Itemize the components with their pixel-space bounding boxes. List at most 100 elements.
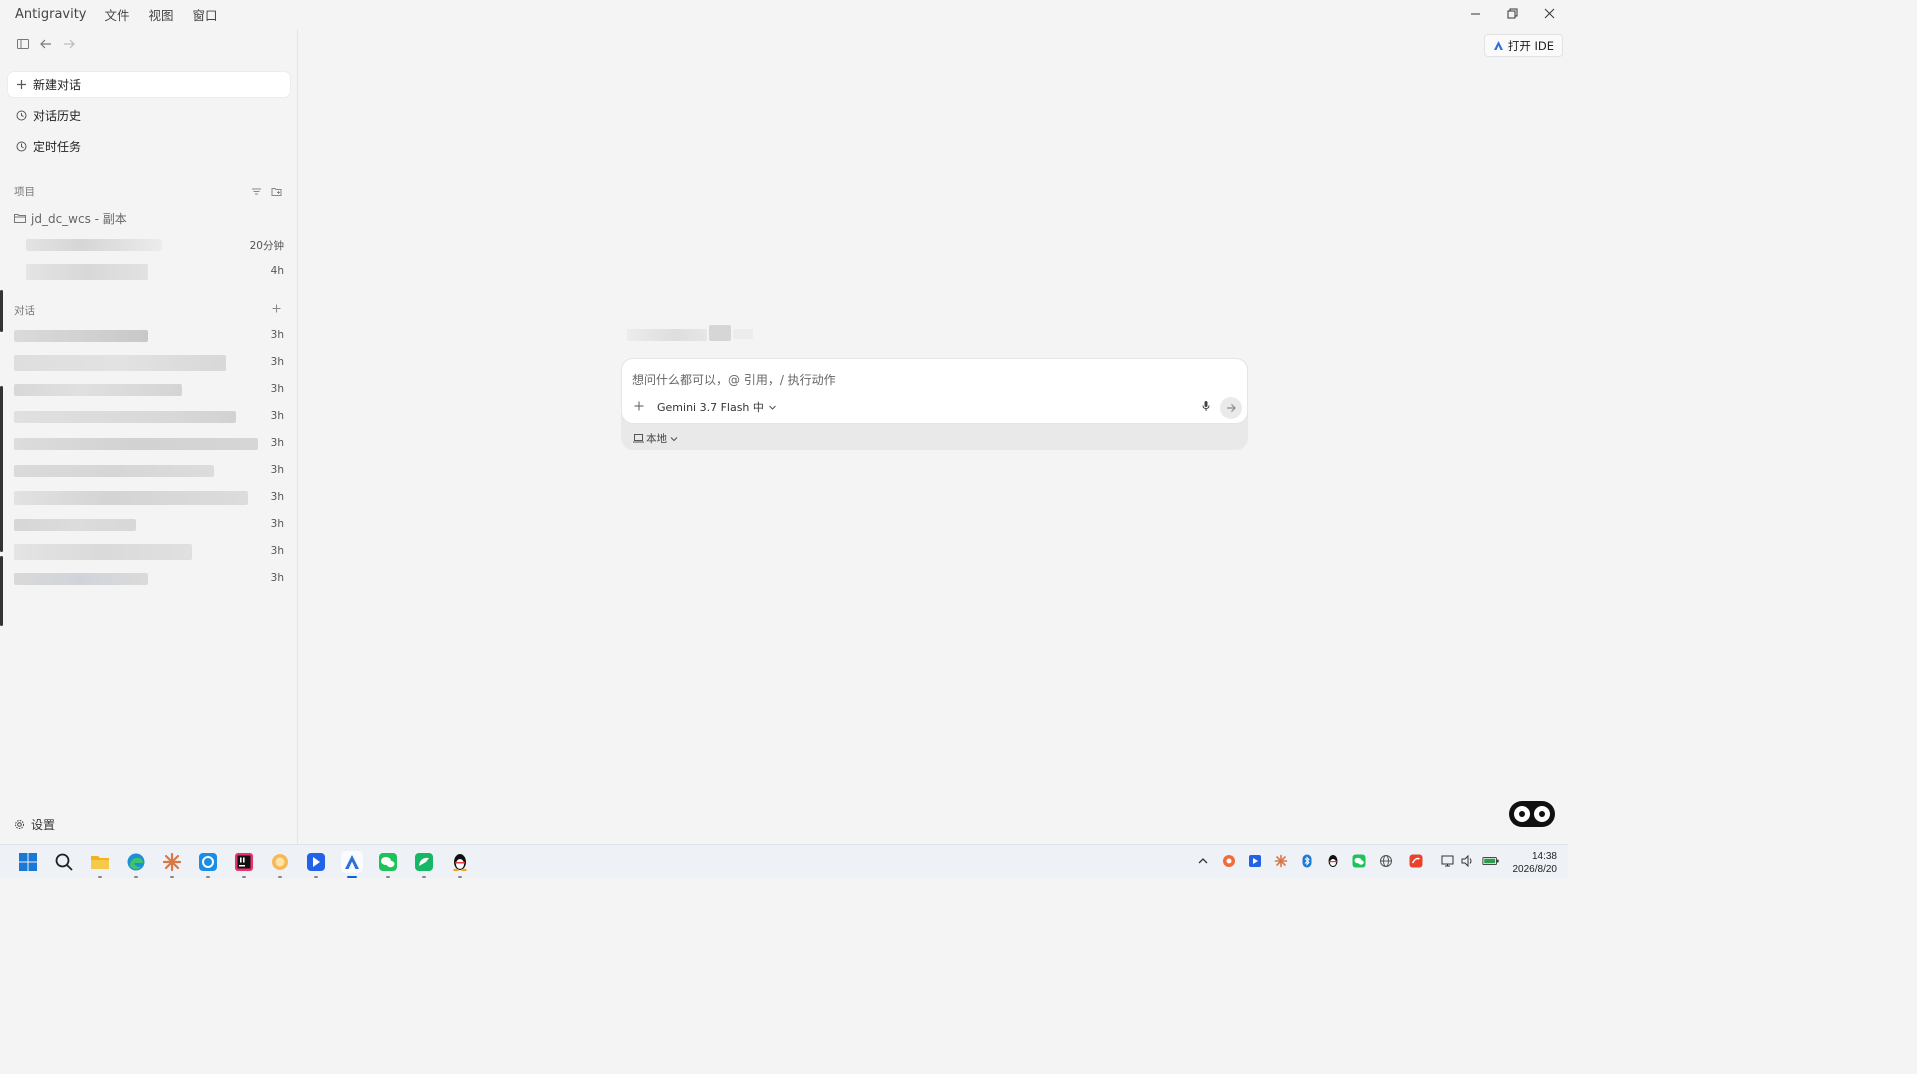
microphone-icon[interactable]: [1200, 400, 1212, 412]
model-selector[interactable]: Gemini 3.7 Flash 中: [657, 399, 777, 415]
menu-view[interactable]: 视图: [149, 5, 174, 24]
project-conversation-item[interactable]: 20分钟: [0, 234, 298, 256]
tray-network[interactable]: [1440, 853, 1456, 869]
arrow-right-icon: [63, 39, 75, 49]
add-chat-button[interactable]: [268, 300, 284, 316]
project-name: jd_dc_wcs - 副本: [31, 212, 127, 226]
toggle-sidebar-button[interactable]: [11, 34, 34, 54]
redacted-title: [14, 384, 182, 396]
settings-button[interactable]: 设置: [14, 816, 55, 833]
add-project-button[interactable]: [268, 183, 284, 199]
bluetooth-icon: [1302, 854, 1312, 868]
chat-list-item[interactable]: 3h: [0, 568, 298, 590]
start-button[interactable]: [17, 851, 39, 873]
chat-time: 3h: [270, 572, 284, 584]
tray-wps[interactable]: [1408, 853, 1424, 869]
taskbar-app-qq[interactable]: [449, 851, 471, 873]
redacted-title: [14, 411, 236, 423]
chat-list-item[interactable]: 3h: [0, 541, 298, 563]
taskbar-app-orange[interactable]: [269, 851, 291, 873]
tray-app-2[interactable]: [1247, 853, 1263, 869]
plus-icon: [272, 304, 280, 312]
tray-battery[interactable]: [1481, 853, 1501, 869]
taskbar: 14:38 2026/8/20: [0, 844, 1568, 878]
chat-time: 3h: [270, 356, 284, 368]
menu-file[interactable]: 文件: [105, 5, 130, 24]
chat-list-item[interactable]: 3h: [0, 460, 298, 482]
taskbar-app-claude[interactable]: [161, 851, 183, 873]
new-chat-button[interactable]: 新建对话: [8, 72, 290, 97]
redacted-title: [14, 519, 136, 531]
running-indicator: [386, 876, 390, 878]
chat-history-button[interactable]: 对话历史: [8, 103, 290, 128]
language-icon: [1380, 855, 1392, 867]
starburst-icon: [162, 852, 182, 872]
chat-history-label: 对话历史: [33, 109, 82, 123]
window-controls: [1457, 0, 1568, 26]
forward-button[interactable]: [57, 34, 80, 54]
chevron-up-icon: [1198, 858, 1208, 864]
open-ide-button[interactable]: 打开 IDE: [1483, 34, 1563, 57]
tray-app-1[interactable]: [1221, 853, 1237, 869]
chat-input[interactable]: 想问什么都可以，@ 引用，/ 执行动作: [632, 371, 836, 388]
attach-plus-icon[interactable]: [633, 400, 645, 412]
qq-penguin-icon: [1328, 855, 1338, 867]
taskbar-app-green[interactable]: [413, 851, 435, 873]
minimize-button[interactable]: [1457, 0, 1494, 26]
title-bar: Antigravity 文件 视图 窗口: [0, 0, 1568, 29]
floating-eyes-widget[interactable]: [1509, 801, 1555, 827]
show-hidden-icons-button[interactable]: [1195, 853, 1211, 869]
tray-qq[interactable]: [1325, 853, 1341, 869]
execution-mode-selector[interactable]: 本地: [633, 431, 678, 446]
running-indicator: [422, 876, 426, 878]
battery-icon: [1482, 856, 1499, 866]
tray-input-method[interactable]: [1378, 853, 1394, 869]
composer-input-box: 想问什么都可以，@ 引用，/ 执行动作 Gemini 3.7 Flash 中: [621, 358, 1248, 424]
redacted-title: [14, 438, 258, 450]
tray-app-3[interactable]: [1273, 853, 1289, 869]
taskbar-app-wechat[interactable]: [377, 851, 399, 873]
tray-volume[interactable]: [1459, 853, 1475, 869]
chat-time: 3h: [270, 437, 284, 449]
close-button[interactable]: [1531, 0, 1568, 26]
main-panel: 打开 IDE 想问什么都可以，@ 引用，/ 执行动作 Gemini 3.7 Fl…: [299, 29, 1568, 844]
window-edge-mark: [0, 556, 3, 626]
system-clock[interactable]: 14:38 2026/8/20: [1513, 850, 1558, 876]
redacted-title: [14, 573, 148, 585]
running-indicator: [134, 876, 138, 878]
redacted-title: [14, 355, 226, 371]
item-time: 20分钟: [249, 240, 284, 252]
project-conversation-item[interactable]: 4h: [0, 261, 298, 283]
chat-list-item[interactable]: 3h: [0, 514, 298, 536]
chat-list-item[interactable]: 3h: [0, 487, 298, 509]
back-button[interactable]: [34, 34, 57, 54]
taskbar-app-bluebird[interactable]: [305, 851, 327, 873]
new-chat-label: 新建对话: [33, 78, 82, 92]
taskbar-app-file-explorer[interactable]: [89, 851, 111, 873]
chat-list-item[interactable]: 3h: [0, 352, 298, 374]
chat-time: 3h: [270, 518, 284, 530]
scheduled-tasks-button[interactable]: 定时任务: [8, 134, 290, 159]
tray-wechat[interactable]: [1351, 853, 1367, 869]
taskbar-app-edge[interactable]: [125, 851, 147, 873]
clock-time: 14:38: [1531, 851, 1557, 862]
taskbar-app-intellij[interactable]: [233, 851, 255, 873]
project-folder[interactable]: jd_dc_wcs - 副本: [14, 210, 127, 227]
search-button[interactable]: [53, 851, 75, 873]
item-time: 4h: [270, 265, 284, 277]
window-edge-mark: [0, 290, 3, 332]
chat-time: 3h: [270, 329, 284, 341]
chat-list-item[interactable]: 3h: [0, 406, 298, 428]
filter-projects-button[interactable]: [248, 183, 264, 199]
taskbar-app-antigravity[interactable]: [341, 851, 363, 873]
running-indicator: [278, 876, 282, 878]
chat-list-item[interactable]: 3h: [0, 433, 298, 455]
tray-bluetooth[interactable]: [1299, 853, 1315, 869]
restore-button[interactable]: [1494, 0, 1531, 26]
taskbar-app-sync[interactable]: [197, 851, 219, 873]
chat-list-item[interactable]: 3h: [0, 379, 298, 401]
chat-list-item[interactable]: 3h: [0, 325, 298, 347]
menu-window[interactable]: 窗口: [193, 5, 218, 24]
sidebar: 新建对话 对话历史 定时任务 项目 jd_dc_wcs - 副本 20分钟 4h…: [0, 29, 298, 844]
send-button[interactable]: [1220, 397, 1242, 419]
